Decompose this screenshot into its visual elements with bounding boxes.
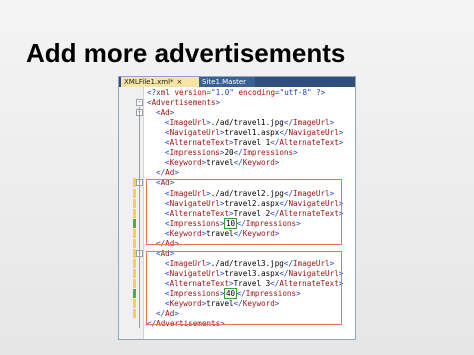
- keyword-value: travel: [206, 158, 234, 168]
- decl-attr-version: version: [169, 88, 207, 97]
- navigateurl-tag-name: NavigateUrl: [288, 128, 339, 138]
- navigateurl-value: travel1.aspx: [224, 128, 280, 138]
- slide-title: Add more advertisements: [26, 38, 346, 68]
- imageurl-value: ./ad/travel1.jpg: [210, 118, 284, 128]
- ad-close-line: </Ad>: [156, 168, 179, 178]
- end-open-bracket: </: [270, 138, 280, 148]
- advertisements-tag-name: Advertisements: [151, 98, 216, 108]
- xml-field-line-keyword: <Keyword>travel</Keyword>: [165, 158, 279, 168]
- close-bracket: >: [174, 168, 179, 178]
- change-indicator: [133, 208, 136, 218]
- xml-field-line-impressions: <Impressions>20</Impressions>: [165, 148, 298, 158]
- close-icon[interactable]: ×: [177, 78, 183, 86]
- tab-site1-master-label: Site1.Master: [202, 78, 247, 86]
- close-bracket: >: [338, 128, 344, 138]
- end-open-bracket: </: [156, 168, 166, 178]
- fold-guide-line: [139, 107, 140, 329]
- xml-field-line-navigateurl: <NavigateUrl>travel1.aspx</NavigateUrl>: [165, 128, 343, 138]
- decl-open: <?: [147, 88, 157, 97]
- close-bracket: >: [329, 118, 335, 128]
- close-bracket: >: [274, 158, 280, 168]
- highlight-box-ad-2: [146, 179, 342, 245]
- change-indicator: [133, 299, 136, 309]
- impressions-tag-name: Impressions: [242, 148, 294, 158]
- ad-open-line: <Ad>: [156, 108, 174, 118]
- change-indicator: [133, 278, 136, 288]
- end-open-bracket: </: [233, 158, 243, 168]
- keyword-tag-name: Keyword: [242, 158, 275, 168]
- impressions-tag-name: Impressions: [169, 148, 220, 158]
- decl-name: xml: [156, 88, 170, 97]
- change-indicator: [133, 289, 136, 298]
- change-indicator: [133, 218, 136, 228]
- change-indicator: [133, 188, 136, 198]
- end-open-bracket: </: [233, 148, 243, 158]
- editor-tab-bar: XMLFile1.xml* × Site1.Master: [119, 77, 355, 87]
- advertisements-open-line: <Advertisements>: [147, 98, 220, 108]
- decl-encoding-value: "utf-8": [279, 88, 312, 97]
- xml-declaration-line: <?xml version="1.0" encoding="utf-8" ?>: [147, 88, 325, 98]
- change-indicator: [133, 238, 136, 248]
- navigateurl-tag-name: NavigateUrl: [169, 128, 220, 138]
- ad-tag-name: Ad: [160, 108, 170, 118]
- xml-field-line-imageurl: <ImageUrl>./ad/travel1.jpg</ImageUrl>: [165, 118, 334, 128]
- ad-tag-name: Ad: [165, 168, 175, 178]
- change-indicator: [133, 309, 136, 319]
- alternatetext-value: Travel 1: [233, 138, 271, 148]
- change-indicator: [133, 258, 136, 268]
- close-bracket: >: [293, 148, 298, 158]
- impressions-value: 20: [224, 148, 234, 158]
- change-indicator: [133, 228, 136, 238]
- change-indicator: [133, 198, 136, 208]
- close-bracket: >: [215, 98, 221, 108]
- close-bracket: >: [169, 108, 175, 118]
- tab-xmlfile1-label: XMLFile1.xml*: [124, 78, 174, 86]
- xml-field-line-alternatetext: <AlternateText>Travel 1</AlternateText>: [165, 138, 343, 148]
- tab-site1-master[interactable]: Site1.Master: [199, 77, 255, 87]
- imageurl-tag-name: ImageUrl: [293, 118, 330, 128]
- imageurl-tag-name: ImageUrl: [169, 118, 207, 128]
- change-indicator: [133, 268, 136, 278]
- tab-xmlfile1[interactable]: XMLFile1.xml* ×: [121, 77, 199, 87]
- decl-close: ?>: [311, 88, 326, 97]
- keyword-tag-name: Keyword: [169, 158, 202, 168]
- alternatetext-tag-name: AlternateText: [169, 138, 230, 148]
- decl-attr-encoding: encoding: [233, 88, 276, 97]
- highlight-box-ad-3: [146, 251, 342, 325]
- alternatetext-tag-name: AlternateText: [279, 138, 339, 148]
- editor-gutter: [119, 87, 144, 339]
- end-open-bracket: </: [283, 118, 294, 128]
- close-bracket: >: [338, 138, 344, 148]
- decl-version-value: "1.0": [211, 88, 234, 97]
- collapse-icon[interactable]: -: [136, 99, 143, 107]
